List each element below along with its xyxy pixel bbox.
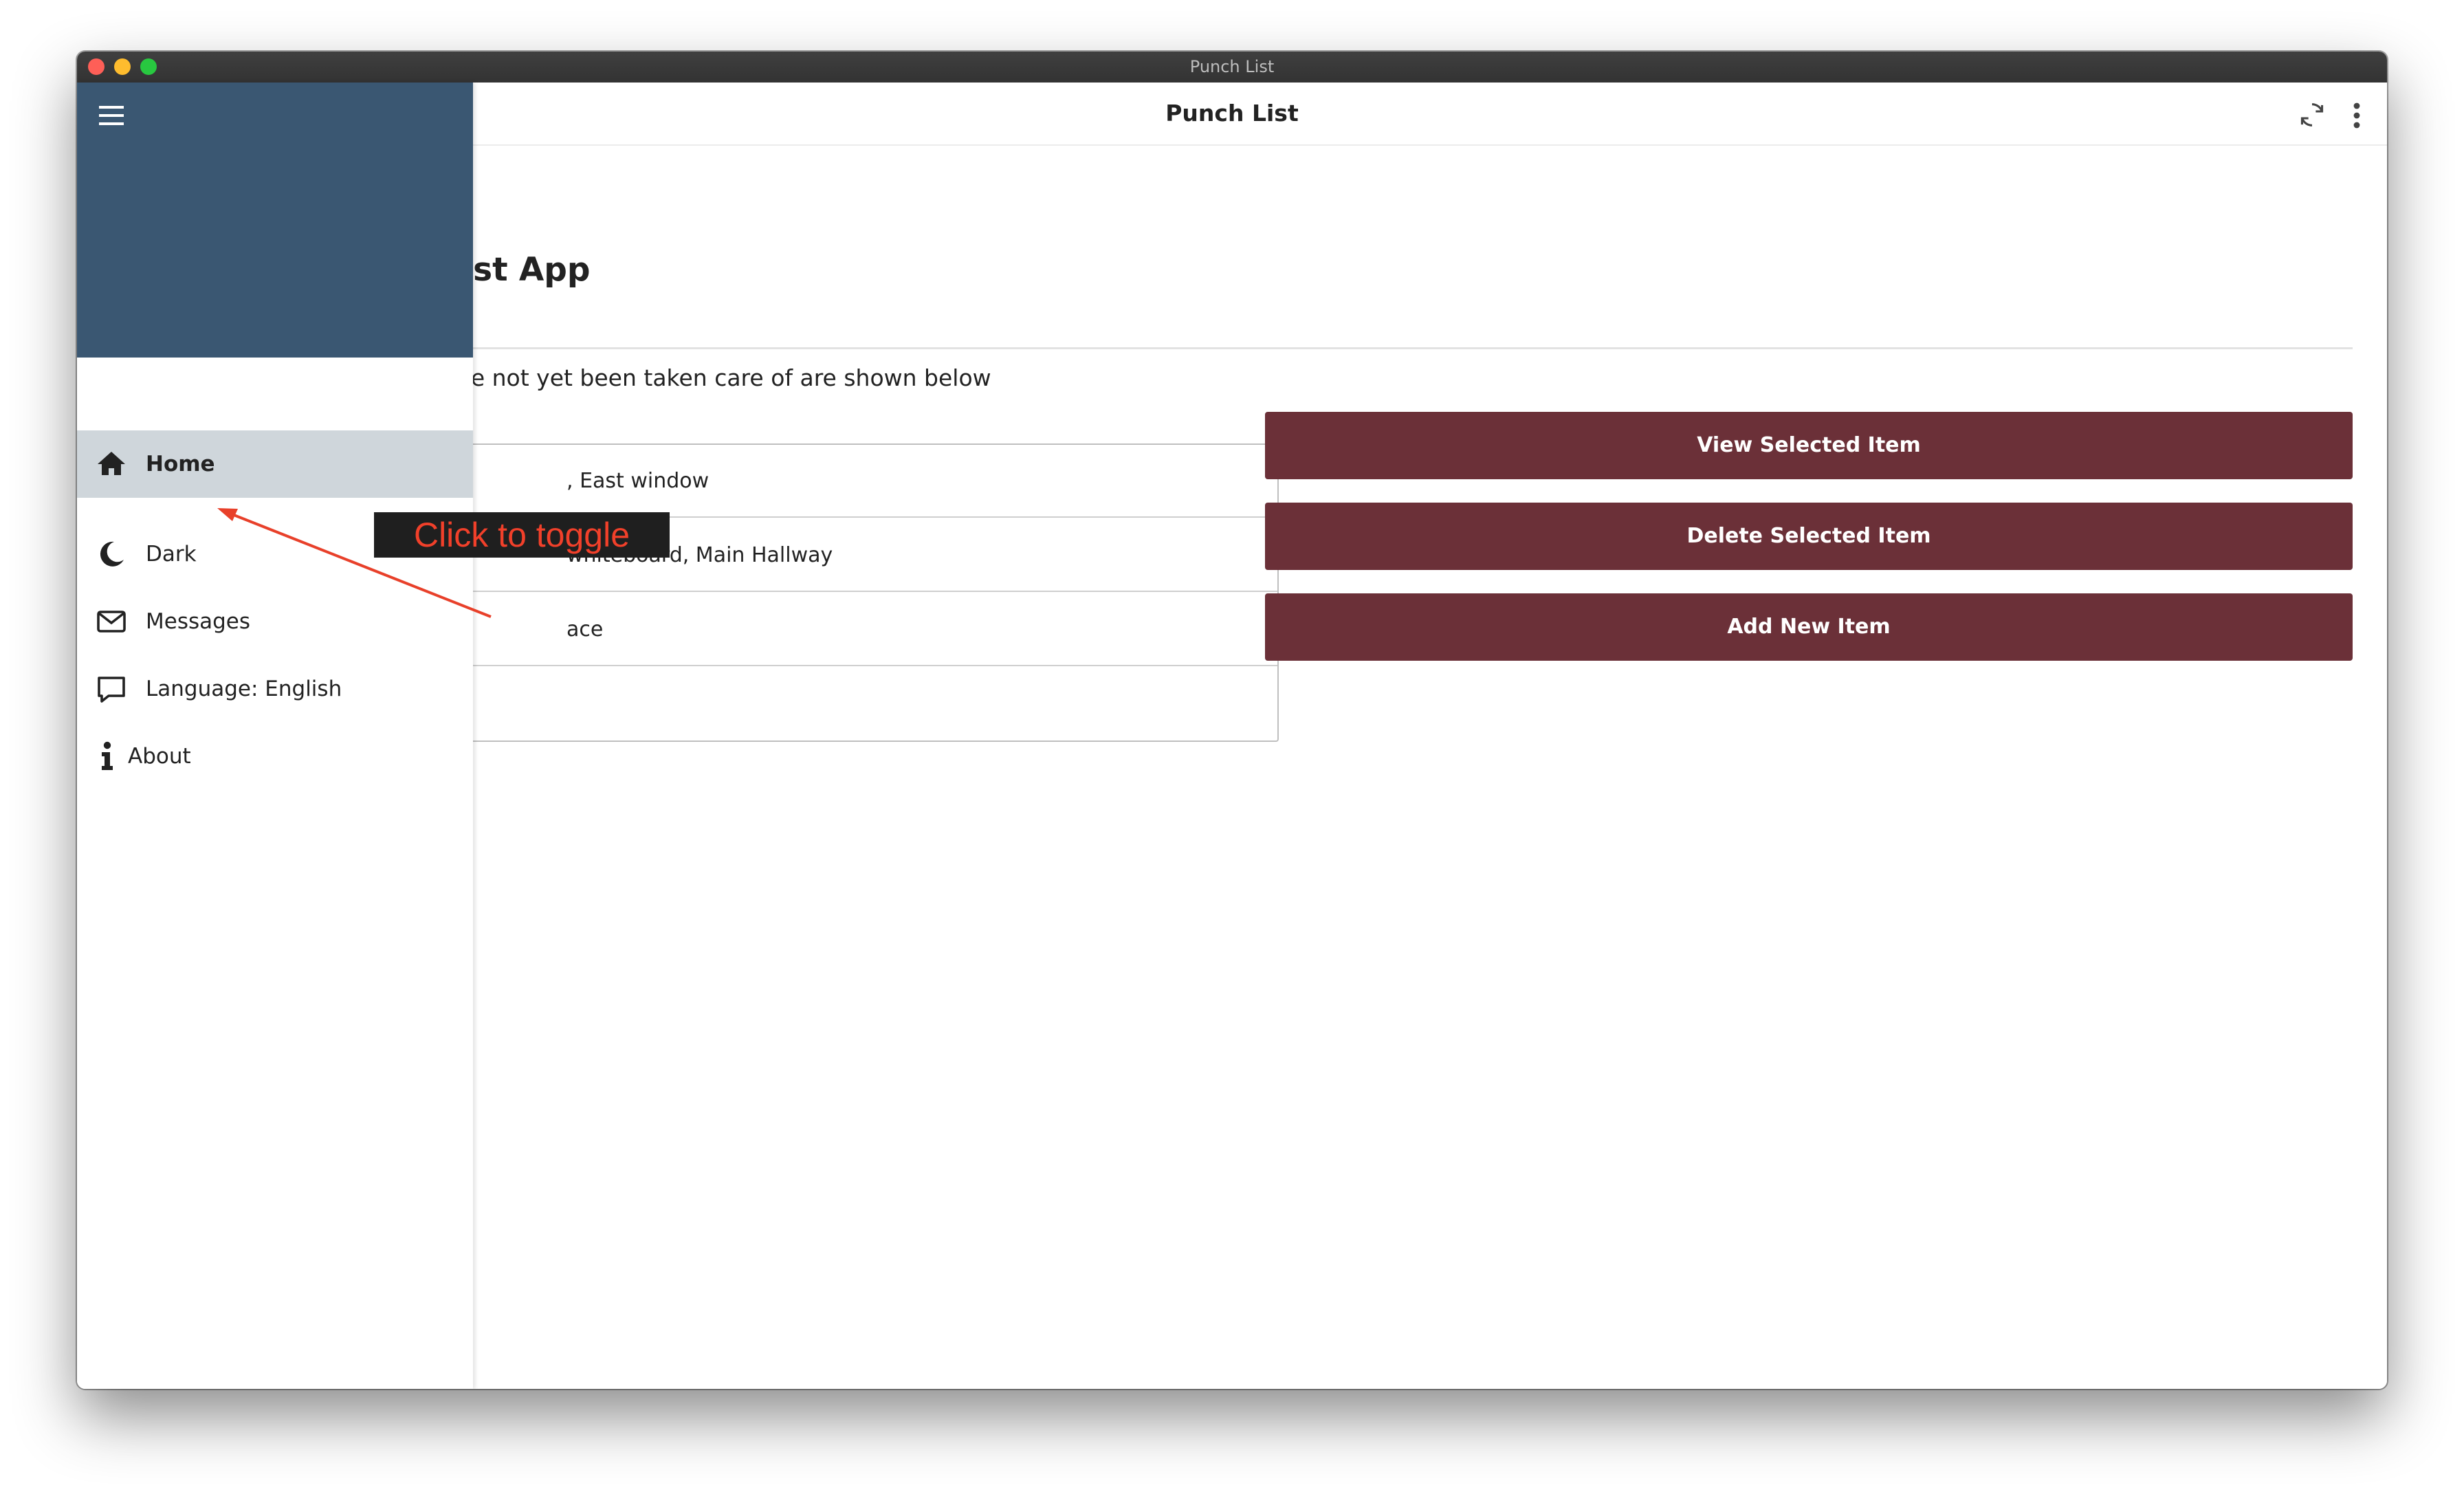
- delete-selected-item-button[interactable]: Delete Selected Item: [1265, 503, 2353, 570]
- list-item[interactable]: ace: [463, 593, 1277, 666]
- drawer-item-label: Language: English: [146, 677, 342, 701]
- navigation-drawer: Home Dark Messages Language: English Abo…: [77, 83, 473, 1389]
- punch-list: , East window whiteboard, Main Hallway a…: [462, 443, 1279, 742]
- envelope-icon: [97, 611, 126, 633]
- drawer-item-language[interactable]: Language: English: [77, 655, 473, 723]
- drawer-item-home[interactable]: Home: [77, 430, 473, 498]
- drawer-item-label: Messages: [146, 609, 251, 634]
- sync-icon[interactable]: [2296, 99, 2328, 131]
- heading-divider: [462, 347, 2353, 349]
- view-selected-item-button[interactable]: View Selected Item: [1265, 412, 2353, 479]
- drawer-item-about[interactable]: About: [77, 723, 473, 790]
- list-item[interactable]: , East window: [463, 445, 1277, 518]
- more-vert-icon[interactable]: [2351, 102, 2362, 129]
- app-window: Punch List Punch List ist App re not yet…: [77, 52, 2387, 1389]
- drawer-item-label: Dark: [146, 542, 197, 567]
- speech-bubble-icon: [98, 677, 125, 703]
- page-heading: ist App: [462, 251, 591, 289]
- page-subtitle: re not yet been taken care of are shown …: [462, 364, 991, 391]
- drawer-item-messages[interactable]: Messages: [77, 588, 473, 655]
- drawer-header: [77, 83, 473, 358]
- add-new-item-button[interactable]: Add New Item: [1265, 593, 2353, 661]
- moon-icon: [100, 541, 124, 567]
- window-titlebar[interactable]: Punch List: [77, 52, 2387, 83]
- window-title: Punch List: [1189, 57, 1275, 76]
- hamburger-menu-icon[interactable]: [98, 105, 125, 127]
- toggle-annotation: Click to toggle: [374, 512, 670, 558]
- list-item[interactable]: [463, 668, 1277, 740]
- drawer-item-label: About: [128, 744, 191, 769]
- info-icon: [102, 741, 113, 770]
- home-icon: [98, 452, 125, 475]
- drawer-item-label: Home: [146, 452, 215, 476]
- app-content: Punch List ist App re not yet been taken…: [77, 83, 2387, 1389]
